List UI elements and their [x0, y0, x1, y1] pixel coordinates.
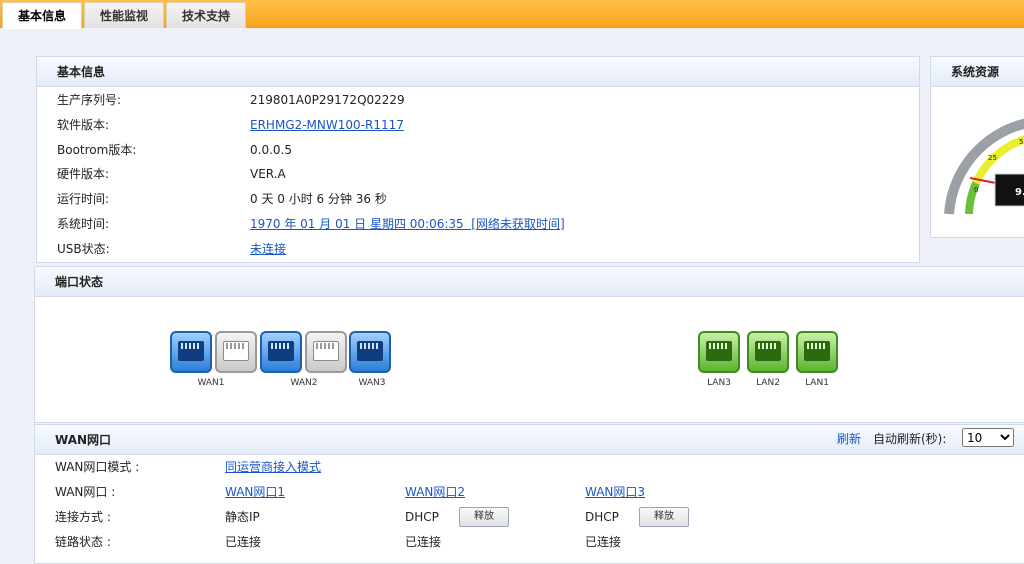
lan2-port-label: LAN2 — [756, 378, 780, 388]
basic-info-panel: 基本信息 生产序列号: 219801A0P29172Q02229 软件版本: E… — [36, 56, 920, 263]
wan1-connection-type: 静态IP — [225, 510, 260, 524]
bootrom-version-label: Bootrom版本: — [57, 143, 137, 157]
wan2-release-button[interactable]: 释放 — [459, 507, 509, 527]
uptime-value: 0 天 0 小时 6 分钟 36 秒 — [250, 192, 387, 206]
wan2-link-status: 已连接 — [405, 535, 442, 549]
lan3-port-icon[interactable] — [698, 331, 740, 373]
wan-port-1-link[interactable]: WAN网口1 — [225, 480, 285, 505]
connection-type-label: 连接方式 : — [55, 510, 111, 524]
software-version-link[interactable]: ERHMG2-MNW100-R1117 — [250, 113, 404, 138]
link-status-label: 链路状态 : — [55, 535, 111, 549]
basic-info-title: 基本信息 — [37, 57, 919, 87]
software-version-label: 软件版本: — [57, 118, 110, 132]
top-tab-bar: 基本信息 性能监视 技术支持 — [0, 0, 1024, 29]
uptime-label: 运行时间: — [57, 192, 110, 206]
wan-panel: WAN网口 刷新 自动刷新(秒): 10 WAN网口模式 : 同运营商接入模式 … — [34, 424, 1024, 564]
wan3-port-label: WAN3 — [358, 378, 386, 388]
system-time-label: 系统时间: — [57, 217, 110, 231]
auto-refresh-select[interactable]: 10 — [962, 428, 1014, 447]
serial-label: 生产序列号: — [57, 93, 122, 107]
wan3-release-button[interactable]: 释放 — [639, 507, 689, 527]
gauge-tick-0: 0 — [974, 186, 978, 194]
empty-port-icon — [215, 331, 257, 373]
gauge-readout: 9. — [1015, 187, 1024, 198]
wan-port-label: WAN网口 : — [55, 485, 116, 499]
resource-gauge: 0 25 5 9. — [944, 118, 1024, 215]
system-resources-title: 系统资源 — [931, 57, 1024, 87]
empty-port-icon — [305, 331, 347, 373]
tab-performance-monitor[interactable]: 性能监视 — [84, 2, 164, 28]
wan1-link-status: 已连接 — [225, 535, 262, 549]
lan2-port-icon[interactable] — [747, 331, 789, 373]
lan1-port-label: LAN1 — [805, 378, 829, 388]
usb-status-link[interactable]: 未连接 — [250, 237, 286, 262]
wan1-port-icon[interactable] — [170, 331, 212, 373]
wan1-port-label: WAN1 — [197, 378, 225, 388]
wan2-port-label: WAN2 — [290, 378, 318, 388]
system-time-link[interactable]: 1970 年 01 月 01 日 星期四 00:06:35 [网络未获取时间] — [250, 212, 565, 237]
wan-port-2-link[interactable]: WAN网口2 — [405, 480, 465, 505]
wan-mode-label: WAN网口模式 : — [55, 460, 140, 474]
wan3-connection-type: DHCP — [585, 510, 619, 524]
lan3-port-label: LAN3 — [707, 378, 731, 388]
gauge-tick-50: 5 — [1019, 138, 1023, 146]
lan1-port-icon[interactable] — [796, 331, 838, 373]
port-status-title: 端口状态 — [35, 267, 1024, 297]
serial-value: 219801A0P29172Q02229 — [250, 93, 405, 107]
bootrom-version-value: 0.0.0.5 — [250, 143, 292, 157]
gauge-tick-25: 25 — [988, 154, 997, 162]
tab-basic-info[interactable]: 基本信息 — [2, 2, 82, 29]
wan-port-3-link[interactable]: WAN网口3 — [585, 480, 645, 505]
wan3-link-status: 已连接 — [585, 535, 622, 549]
system-resources-panel: 系统资源 0 25 5 9. — [930, 56, 1024, 238]
wan2-connection-type: DHCP — [405, 510, 439, 524]
port-status-panel: 端口状态 WAN1 WAN2 WAN3 LAN3 LAN2 LAN1 — [34, 266, 1024, 423]
tab-tech-support[interactable]: 技术支持 — [166, 2, 246, 28]
hardware-version-label: 硬件版本: — [57, 167, 110, 181]
wan-mode-link[interactable]: 同运营商接入模式 — [225, 455, 321, 480]
refresh-link[interactable]: 刷新 — [837, 430, 861, 447]
wan2-port-icon[interactable] — [260, 331, 302, 373]
wan3-port-icon[interactable] — [349, 331, 391, 373]
hardware-version-value: VER.A — [250, 167, 286, 181]
auto-refresh-label: 自动刷新(秒): — [873, 432, 947, 446]
usb-status-label: USB状态: — [57, 242, 110, 256]
